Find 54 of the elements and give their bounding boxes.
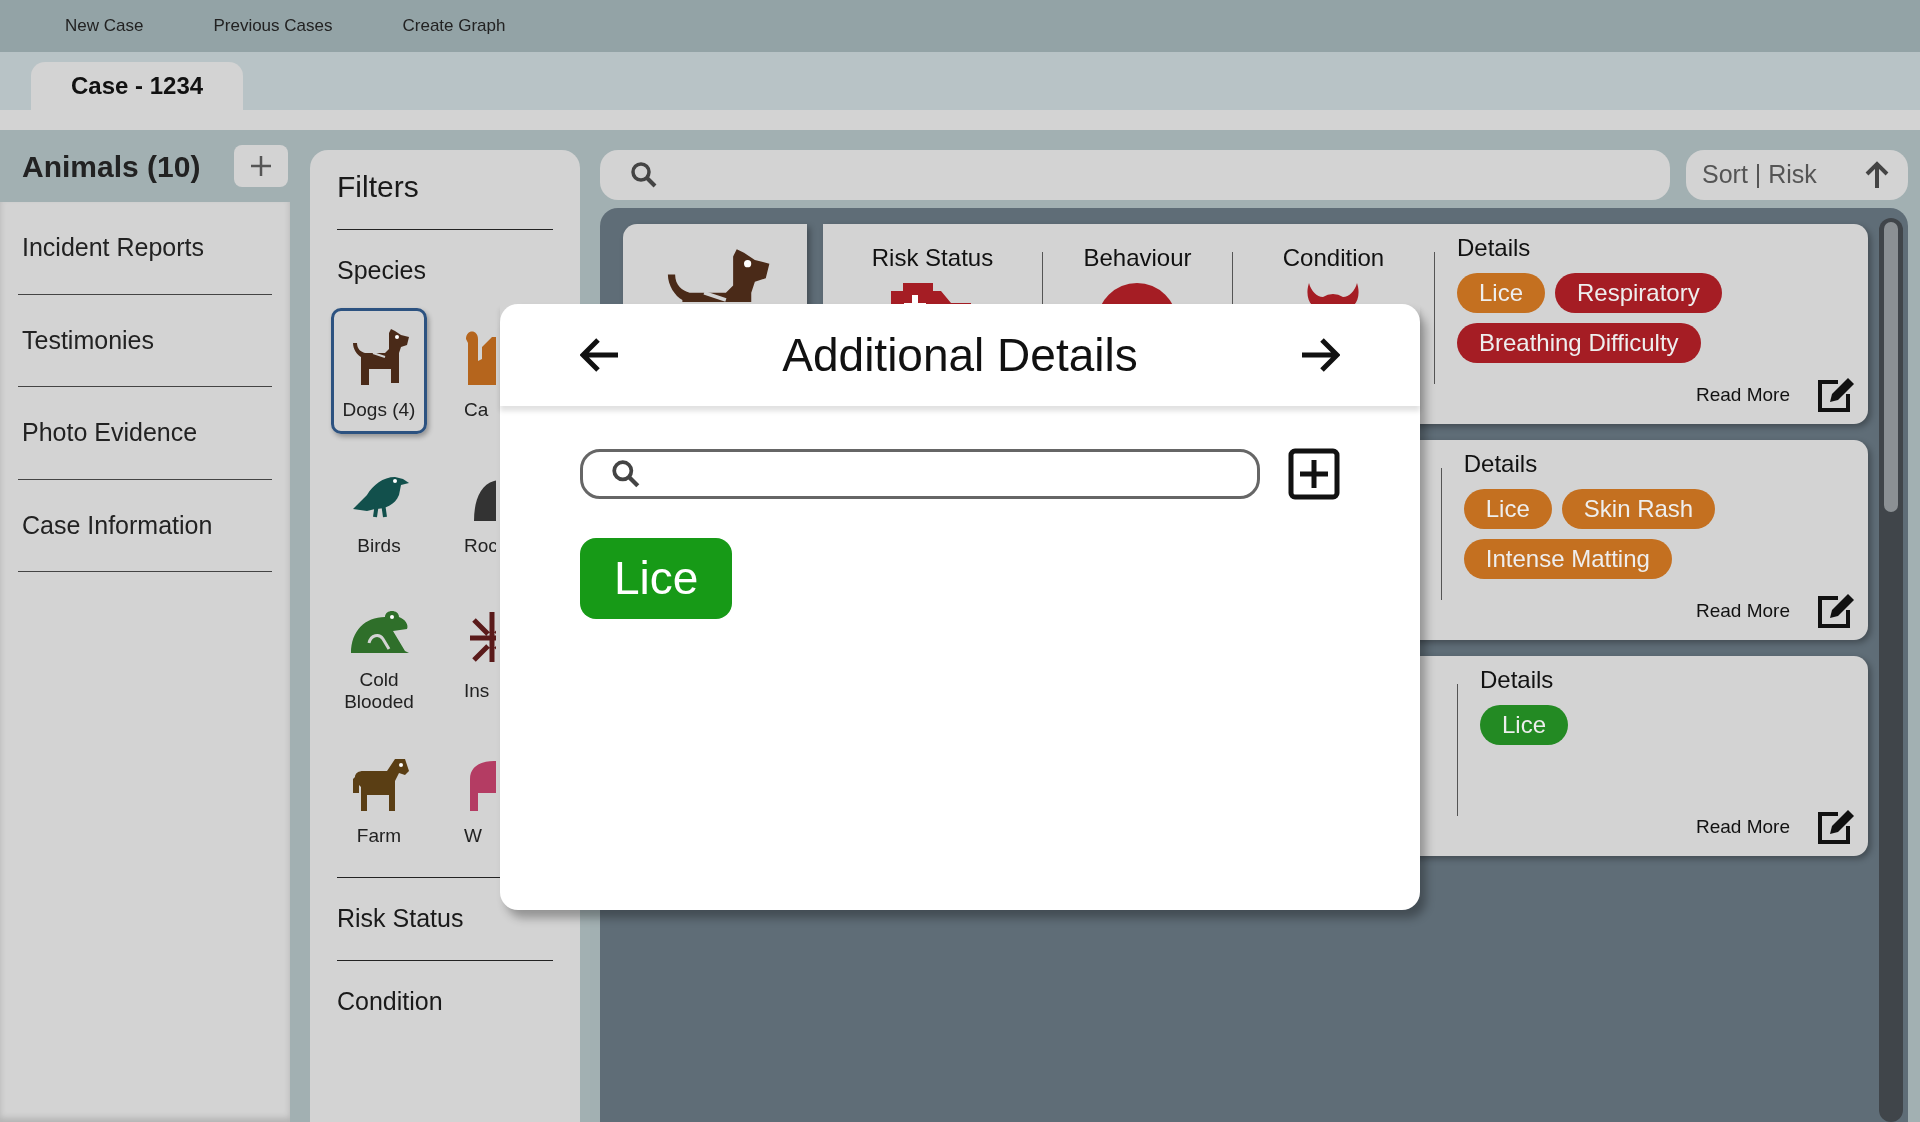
add-button[interactable] [234, 145, 288, 187]
read-more-link[interactable]: Read More [1696, 812, 1790, 842]
column-heading: Condition [1281, 244, 1386, 273]
nav-link[interactable]: New Case [65, 13, 144, 39]
read-more-link[interactable]: Read More [1696, 596, 1790, 626]
panel-title: Animals (10) [22, 148, 201, 185]
species-filter[interactable]: Ins [461, 579, 499, 724]
sidebar-item[interactable]: Case Information [18, 479, 272, 572]
species-filter[interactable]: Dogs (4) [331, 307, 427, 434]
scrollbar[interactable] [1879, 218, 1903, 1122]
detail-tag: Intense Matting [1463, 538, 1672, 579]
detail-tag: Lice [1480, 704, 1569, 745]
detail-tag: Lice [1456, 272, 1545, 313]
dialog-title: Additional Details [782, 327, 1138, 383]
species-filter[interactable]: Ca [461, 307, 499, 434]
arrow-up-icon [1864, 161, 1890, 189]
species-filter[interactable]: Cold Blooded [331, 579, 427, 724]
species-filter[interactable]: W [461, 733, 499, 860]
detail-tag: Breathing Difficulty [1456, 322, 1701, 363]
column-heading: Behaviour [1082, 244, 1193, 273]
panel-title: Filters [337, 169, 420, 205]
case-tab[interactable]: Case - 1234 [31, 62, 244, 110]
cat-icon [464, 331, 496, 388]
detail-tag: Respiratory [1555, 272, 1722, 313]
detail-tag: Skin Rash [1561, 488, 1716, 529]
plus-icon [250, 155, 272, 177]
detail-tag: Lice [1463, 488, 1552, 529]
filter-heading[interactable]: Risk Status [337, 904, 464, 933]
arrow-left-icon[interactable] [580, 337, 620, 373]
search-icon [630, 161, 658, 189]
add-icon[interactable] [1288, 448, 1340, 500]
edit-icon[interactable] [1816, 376, 1856, 414]
sidebar-item[interactable]: Incident Reports [18, 202, 272, 295]
details-heading: Details [1480, 666, 1555, 695]
sort-button[interactable]: Sort | Risk [1686, 150, 1908, 200]
search-field[interactable] [580, 449, 1260, 499]
edit-icon[interactable] [1816, 808, 1856, 846]
nav-link[interactable]: Create Graph [402, 13, 506, 39]
species-filter[interactable]: Birds [331, 443, 427, 570]
species-filter[interactable]: Farm [331, 733, 427, 860]
edit-icon[interactable] [1816, 592, 1856, 630]
filter-heading[interactable]: Species [337, 256, 426, 284]
filter-heading[interactable]: Condition [337, 986, 443, 1015]
sidebar-item[interactable]: Photo Evidence [18, 387, 272, 480]
search-field[interactable] [600, 150, 1670, 200]
details-heading: Details [1456, 234, 1532, 263]
sidebar-item[interactable]: Testimonies [18, 294, 272, 387]
column-heading: Risk Status [870, 244, 995, 273]
tag-button[interactable]: Lice [580, 538, 733, 619]
nav-link[interactable]: Previous Cases [213, 13, 333, 39]
read-more-link[interactable]: Read More [1696, 380, 1790, 410]
arrow-right-icon[interactable] [1300, 337, 1340, 373]
search-icon [611, 459, 641, 489]
details-heading: Details [1463, 450, 1539, 479]
